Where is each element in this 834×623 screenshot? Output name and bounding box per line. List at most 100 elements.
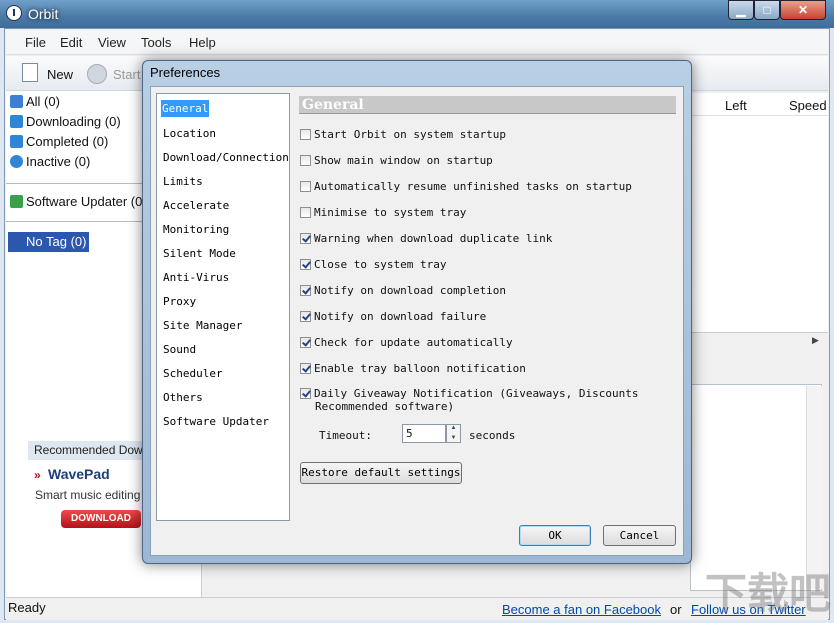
category-label: Inactive (0) [26, 154, 91, 169]
option-label: Notify on download completion [314, 284, 507, 297]
column-speed[interactable]: Speed [789, 98, 827, 113]
checkbox[interactable] [300, 311, 311, 322]
option-label: Start Orbit on system startup [314, 128, 507, 141]
watermark-logo: 下载吧 [705, 569, 832, 618]
category-all[interactable]: All (0) [10, 94, 60, 109]
promo-description: Smart music editing [35, 488, 141, 502]
option-notify-completion[interactable]: Notify on download completion [300, 284, 506, 297]
checkbox[interactable] [300, 259, 311, 270]
nav-general[interactable]: General [161, 100, 210, 117]
close-button[interactable]: ✕ [780, 0, 826, 20]
start-button[interactable]: Start [113, 67, 140, 82]
new-button[interactable]: New [47, 67, 73, 82]
inactive-icon [10, 155, 23, 168]
option-label: Minimise to system tray [314, 206, 467, 219]
list-icon [10, 95, 23, 108]
tag-no-tag[interactable]: No Tag (0) [8, 232, 89, 252]
facebook-link[interactable]: Become a fan on Facebook [502, 602, 661, 617]
option-start-on-startup[interactable]: Start Orbit on system startup [300, 128, 506, 141]
status-text: Ready [8, 600, 46, 615]
nav-scheduler[interactable]: Scheduler [163, 367, 223, 380]
nav-sound[interactable]: Sound [163, 343, 196, 356]
timeout-input[interactable]: 5 [402, 424, 446, 443]
horizontal-scrollbar[interactable] [690, 332, 828, 351]
nav-software-updater[interactable]: Software Updater [163, 415, 269, 428]
promo-title-link[interactable]: WavePad [48, 466, 110, 482]
option-balloon-notification[interactable]: Enable tray balloon notification [300, 362, 526, 375]
option-notify-failure[interactable]: Notify on download failure [300, 310, 486, 323]
option-close-to-tray[interactable]: Close to system tray [300, 258, 446, 271]
minimize-button[interactable]: ▁ [728, 0, 754, 20]
option-label: Notify on download failure [314, 310, 487, 323]
category-inactive[interactable]: Inactive (0) [10, 154, 90, 169]
start-icon[interactable] [87, 64, 107, 84]
vertical-scrollbar[interactable] [806, 386, 823, 589]
new-file-icon[interactable] [22, 63, 38, 82]
checkbox[interactable] [300, 363, 311, 374]
refresh-icon [10, 195, 23, 208]
category-completed[interactable]: Completed (0) [10, 134, 108, 149]
option-label-continuation: Recommended software) [315, 400, 455, 413]
menu-tools[interactable]: Tools [141, 35, 171, 50]
category-downloading[interactable]: Downloading (0) [10, 114, 121, 129]
nav-accelerate[interactable]: Accelerate [163, 199, 229, 212]
category-label: All (0) [26, 94, 60, 109]
checkbox[interactable] [300, 337, 311, 348]
category-label: Completed (0) [26, 134, 109, 149]
nav-silent-mode[interactable]: Silent Mode [163, 247, 236, 260]
category-label: Downloading (0) [26, 114, 121, 129]
checkbox[interactable] [300, 285, 311, 296]
maximize-button[interactable]: □ [754, 0, 780, 20]
option-daily-giveaway[interactable]: Daily Giveaway Notification (Giveaways, … [300, 387, 639, 400]
nav-site-manager[interactable]: Site Manager [163, 319, 242, 332]
section-title: General [299, 96, 676, 114]
seconds-label: seconds [469, 429, 516, 442]
menu-help[interactable]: Help [189, 35, 216, 50]
option-duplicate-warning[interactable]: Warning when download duplicate link [300, 232, 552, 245]
promo-download-button[interactable]: DOWNLOAD [61, 510, 141, 528]
column-left[interactable]: Left [725, 98, 747, 113]
ok-button[interactable]: OK [519, 525, 591, 546]
option-label: Enable tray balloon notification [314, 362, 526, 375]
option-auto-resume[interactable]: Automatically resume unfinished tasks on… [300, 180, 632, 193]
nav-others[interactable]: Others [163, 391, 203, 404]
checkbox[interactable] [300, 155, 311, 166]
option-show-main-window[interactable]: Show main window on startup [300, 154, 493, 167]
option-label: Warning when download duplicate link [314, 232, 553, 245]
checkbox[interactable] [300, 181, 311, 192]
checkbox[interactable] [300, 207, 311, 218]
checkbox[interactable] [300, 129, 311, 140]
download-icon [10, 115, 23, 128]
option-label: Check for update automatically [314, 336, 513, 349]
nav-location[interactable]: Location [163, 127, 216, 140]
checkbox[interactable] [300, 388, 311, 399]
menu-bar [6, 30, 828, 55]
timeout-label: Timeout: [319, 429, 372, 442]
completed-icon [10, 135, 23, 148]
restore-defaults-button[interactable]: Restore default settings [300, 462, 462, 484]
option-label: Close to system tray [314, 258, 447, 271]
option-label: Show main window on startup [314, 154, 493, 167]
nav-anti-virus[interactable]: Anti-Virus [163, 271, 229, 284]
menu-file[interactable]: File [25, 35, 46, 50]
menu-edit[interactable]: Edit [60, 35, 82, 50]
checkbox[interactable] [300, 233, 311, 244]
dialog-title: Preferences [150, 65, 221, 80]
nav-proxy[interactable]: Proxy [163, 295, 196, 308]
option-label: Daily Giveaway Notification (Giveaways, … [314, 387, 639, 400]
title-bar [0, 0, 834, 28]
double-arrow-icon: » [34, 468, 41, 482]
software-updater-item[interactable]: Software Updater (0 [10, 194, 142, 209]
software-updater-label: Software Updater (0 [26, 194, 143, 209]
option-minimise-to-tray[interactable]: Minimise to system tray [300, 206, 466, 219]
menu-view[interactable]: View [98, 35, 126, 50]
nav-download-connection[interactable]: Download/Connection [163, 151, 289, 164]
scroll-right-icon[interactable]: ▶ [812, 335, 819, 346]
spin-down-icon[interactable]: ▼ [446, 433, 461, 443]
bottom-panel [202, 560, 690, 597]
spin-up-icon[interactable]: ▲ [446, 424, 461, 433]
option-check-update[interactable]: Check for update automatically [300, 336, 513, 349]
nav-limits[interactable]: Limits [163, 175, 203, 188]
nav-monitoring[interactable]: Monitoring [163, 223, 229, 236]
cancel-button[interactable]: Cancel [603, 525, 676, 546]
